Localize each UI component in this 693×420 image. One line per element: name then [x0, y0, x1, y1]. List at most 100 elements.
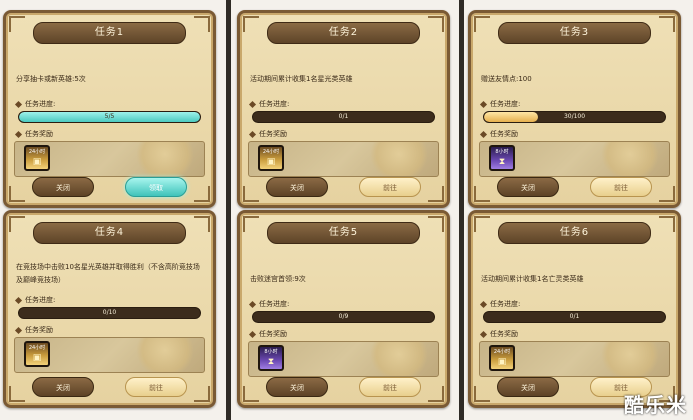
task-title: 任务5	[267, 222, 420, 244]
hero-portrait-art	[370, 142, 428, 176]
go-button[interactable]: 前往	[590, 177, 652, 197]
reward-box: 8小时 ⧗	[479, 141, 670, 177]
close-button[interactable]: 关闭	[266, 177, 328, 197]
corner-ornament	[194, 186, 210, 202]
corner-ornament	[9, 16, 25, 32]
corner-ornament	[659, 186, 675, 202]
progress-bar: 0/9	[252, 311, 435, 323]
diamond-bullet-icon	[248, 100, 257, 108]
task-panel-5: 任务5 击败迷宫首领:9次 任务进度: 0/9 任务奖励 8小时 ⧗ 关闭 前往	[237, 210, 450, 408]
reward-heading: 任务奖励	[248, 329, 287, 339]
corner-ornament	[243, 216, 259, 232]
reward-label: 任务奖励	[25, 326, 53, 334]
reward-box: 8小时 ⧗	[248, 341, 439, 377]
corner-ornament	[474, 16, 490, 32]
close-button[interactable]: 关闭	[497, 177, 559, 197]
diamond-bullet-icon	[14, 326, 23, 334]
progress-label: 任务进度:	[25, 296, 56, 304]
close-button[interactable]: 关闭	[32, 377, 94, 397]
divider-strip-right	[459, 0, 464, 420]
progress-label: 任务进度:	[259, 100, 290, 108]
task-title: 任务2	[267, 22, 420, 44]
reward-item-icon[interactable]: 24小时 ▣	[24, 145, 50, 171]
treasure-chest-icon: ▣	[32, 157, 42, 167]
task-description: 分享抽卡或新英雄:5次	[16, 75, 86, 83]
treasure-chest-icon: ▣	[266, 157, 276, 167]
progress-heading: 任务进度:	[14, 99, 56, 109]
reward-label: 任务奖励	[259, 330, 287, 338]
progress-text: 30/100	[563, 113, 586, 120]
close-button[interactable]: 关闭	[497, 377, 559, 397]
corner-ornament	[659, 216, 675, 232]
go-button[interactable]: 前往	[359, 177, 421, 197]
progress-label: 任务进度:	[490, 100, 521, 108]
hero-portrait-art	[136, 338, 194, 372]
close-button[interactable]: 关闭	[266, 377, 328, 397]
corner-ornament	[659, 16, 675, 32]
reward-box: 24小时 ▣	[14, 337, 205, 373]
reward-label: 任务奖励	[259, 130, 287, 138]
reward-label: 任务奖励	[25, 130, 53, 138]
go-button[interactable]: 前往	[125, 377, 187, 397]
task-panel-1: 任务1 分享抽卡或新英雄:5次 任务进度: 5/5 任务奖励 24小时 ▣ 关闭…	[3, 10, 216, 208]
hourglass-icon: ⧗	[267, 357, 275, 367]
progress-heading: 任务进度:	[479, 99, 521, 109]
progress-bar: 5/5	[18, 111, 201, 123]
progress-label: 任务进度:	[25, 100, 56, 108]
progress-heading: 任务进度:	[479, 299, 521, 309]
progress-bar: 0/1	[483, 311, 666, 323]
reward-box: 24小时 ▣	[14, 141, 205, 177]
corner-ornament	[243, 386, 259, 402]
progress-text: 0/9	[338, 313, 349, 320]
corner-ornament	[428, 386, 444, 402]
progress-heading: 任务进度:	[14, 295, 56, 305]
corner-ornament	[474, 186, 490, 202]
reward-item-label: 8小时	[495, 149, 509, 155]
progress-heading: 任务进度:	[248, 299, 289, 309]
progress-bar: 30/100	[483, 111, 666, 123]
reward-item-label: 24小时	[28, 149, 46, 155]
progress-text: 0/1	[569, 313, 580, 320]
progress-label: 任务进度:	[490, 300, 521, 308]
claim-button[interactable]: 领取	[125, 177, 187, 197]
go-button[interactable]: 前往	[359, 377, 421, 397]
task-description: 活动期间累计收集1名亡灵类英雄	[481, 275, 584, 283]
diamond-bullet-icon	[479, 300, 488, 308]
corner-ornament	[9, 386, 25, 402]
reward-label: 任务奖励	[490, 330, 518, 338]
task-description: 击败迷宫首领:9次	[250, 275, 306, 283]
progress-text: 0/10	[102, 309, 117, 316]
hero-portrait-art	[601, 142, 659, 176]
progress-bar: 0/1	[252, 111, 435, 123]
corner-ornament	[194, 16, 210, 32]
corner-ornament	[474, 386, 490, 402]
reward-label: 任务奖励	[490, 130, 518, 138]
diamond-bullet-icon	[14, 130, 23, 138]
corner-ornament	[474, 216, 490, 232]
corner-ornament	[9, 186, 25, 202]
task-panel-4: 任务4 在竞技场中击败10名星光英雄并取得胜利（不含高阶竞技场及巅峰竞技场） 任…	[3, 210, 216, 408]
task-description: 赠送友情点:100	[481, 75, 532, 83]
reward-item-icon[interactable]: 8小时 ⧗	[489, 145, 515, 171]
task-title: 任务4	[33, 222, 186, 244]
close-button[interactable]: 关闭	[32, 177, 94, 197]
progress-heading: 任务进度:	[248, 99, 290, 109]
task-description: 活动期间累计收集1名星光类英雄	[250, 75, 353, 83]
diamond-bullet-icon	[479, 100, 488, 108]
task-description: 在竞技场中击败10名星光英雄并取得胜利（不含高阶竞技场及巅峰竞技场）	[16, 263, 200, 284]
reward-heading: 任务奖励	[14, 325, 53, 335]
reward-item-icon[interactable]: 8小时 ⧗	[258, 345, 284, 371]
corner-ornament	[428, 216, 444, 232]
diamond-bullet-icon	[248, 330, 257, 338]
corner-ornament	[428, 186, 444, 202]
progress-bar: 0/10	[18, 307, 201, 319]
task-title: 任务3	[498, 22, 651, 44]
reward-item-icon[interactable]: 24小时 ▣	[24, 341, 50, 367]
task-title: 任务6	[498, 222, 651, 244]
task-panel-2: 任务2 活动期间累计收集1名星光类英雄 任务进度: 0/1 任务奖励 24小时 …	[237, 10, 450, 208]
progress-text: 0/1	[338, 113, 349, 120]
reward-heading: 任务奖励	[14, 129, 53, 139]
diamond-bullet-icon	[14, 100, 23, 108]
reward-item-icon[interactable]: 24小时 ▣	[258, 145, 284, 171]
reward-item-icon[interactable]: 24小时 ▣	[489, 345, 515, 371]
